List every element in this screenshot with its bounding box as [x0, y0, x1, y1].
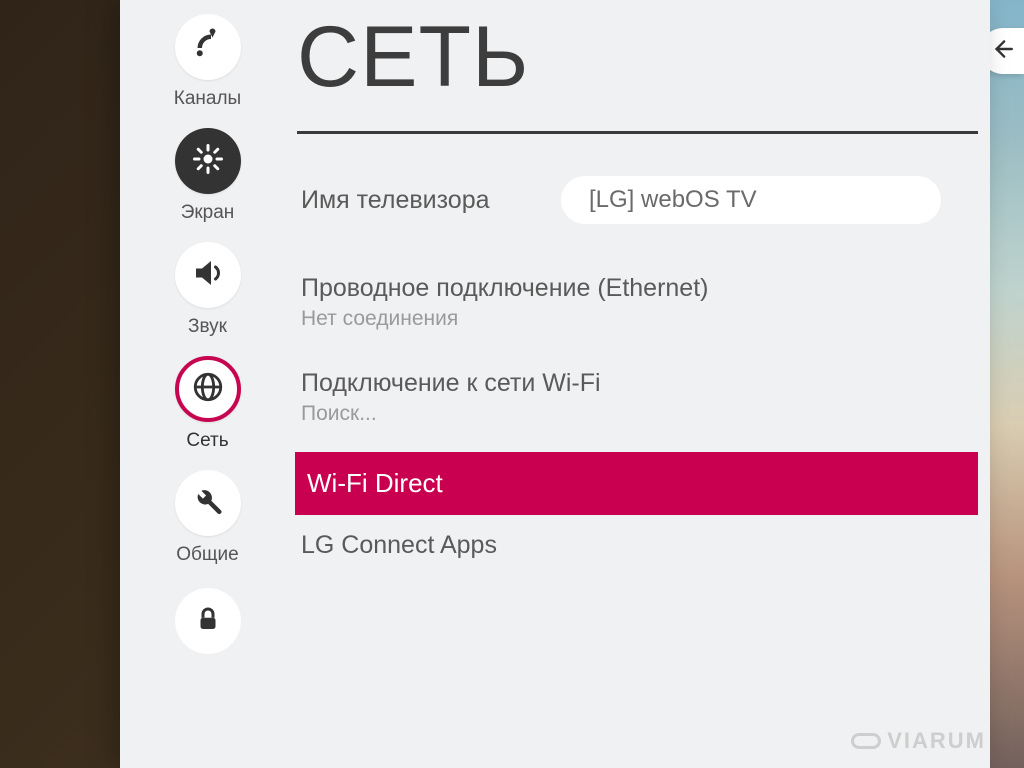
wifi-status: Поиск...: [301, 402, 990, 426]
network-icon: [191, 370, 225, 409]
tv-name-value[interactable]: [LG] webOS TV: [561, 176, 941, 224]
ethernet-status: Нет соединения: [301, 307, 990, 331]
ethernet-title: Проводное подключение (Ethernet): [301, 274, 990, 303]
ethernet-row[interactable]: Проводное подключение (Ethernet) Нет сое…: [295, 264, 990, 341]
infinity-icon: [851, 733, 881, 749]
screen-icon: [190, 141, 226, 182]
back-arrow-icon: [989, 36, 1015, 67]
wifi-title: Подключение к сети Wi-Fi: [301, 369, 990, 398]
lock-icon: [193, 604, 223, 639]
sidebar-item-general[interactable]: Общие: [120, 464, 295, 576]
page-title: СЕТЬ: [295, 8, 990, 107]
wifi-direct-row[interactable]: Wi-Fi Direct: [295, 452, 978, 515]
tv-name-label: Имя телевизора: [301, 186, 561, 215]
sidebar-item-label: Каналы: [174, 88, 241, 110]
watermark: VIARUM: [851, 728, 986, 754]
settings-content: СЕТЬ Имя телевизора [LG] webOS TV Провод…: [295, 0, 990, 768]
sound-icon: [190, 255, 226, 296]
tv-name-row[interactable]: Имя телевизора [LG] webOS TV: [295, 176, 990, 264]
sidebar-item-label: Звук: [188, 316, 227, 338]
sidebar-item-label: Сеть: [186, 430, 228, 452]
wifi-direct-title: Wi-Fi Direct: [307, 468, 978, 499]
sidebar-item-screen[interactable]: Экран: [120, 122, 295, 234]
settings-panel: Каналы Экран: [120, 0, 990, 768]
lg-connect-row[interactable]: LG Connect Apps: [295, 521, 990, 570]
settings-sidebar: Каналы Экран: [120, 0, 295, 768]
sidebar-item-network[interactable]: Сеть: [120, 350, 295, 462]
sidebar-item-label: Экран: [181, 202, 235, 224]
sidebar-item-sound[interactable]: Звук: [120, 236, 295, 348]
background-app-strip: [990, 0, 1024, 768]
title-divider: [297, 131, 978, 134]
watermark-text: VIARUM: [887, 728, 986, 754]
lg-connect-title: LG Connect Apps: [301, 531, 990, 560]
sidebar-item-lock[interactable]: [175, 588, 241, 654]
sidebar-item-channels[interactable]: Каналы: [120, 8, 295, 120]
sidebar-item-label: Общие: [176, 544, 238, 566]
tools-icon: [190, 483, 226, 524]
wifi-row[interactable]: Подключение к сети Wi-Fi Поиск...: [295, 359, 990, 436]
satellite-icon: [190, 27, 226, 68]
